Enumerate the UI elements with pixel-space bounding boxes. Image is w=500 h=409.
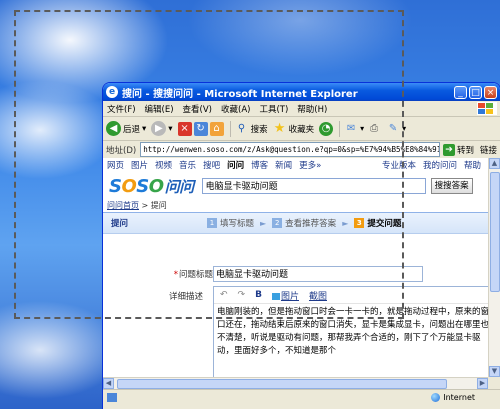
globe-icon: [431, 392, 441, 402]
windows-flag-icon: [477, 102, 497, 115]
go-button[interactable]: ➔ 转到: [442, 143, 474, 156]
vertical-scrollbar[interactable]: ▲ ▼: [488, 158, 500, 377]
scroll-right-icon[interactable]: ▶: [477, 378, 488, 389]
nav-help[interactable]: 帮助: [464, 159, 481, 171]
minimize-button[interactable]: _: [454, 85, 467, 99]
maximize-button[interactable]: □: [469, 85, 482, 99]
close-button[interactable]: ×: [484, 85, 497, 99]
horizontal-scroll-thumb[interactable]: [117, 379, 447, 389]
nav-my-wenwen[interactable]: 我的问问: [423, 159, 457, 171]
go-arrow-icon: ➔: [442, 143, 455, 156]
status-bar: Internet: [103, 389, 500, 404]
go-label: 转到: [456, 145, 474, 156]
security-zone: Internet: [431, 392, 475, 402]
scroll-down-icon[interactable]: ▼: [489, 366, 500, 377]
page-icon: [107, 392, 117, 402]
scroll-left-icon[interactable]: ◀: [103, 378, 114, 389]
screen-capture-selection[interactable]: [14, 10, 404, 319]
links-button[interactable]: 链接: [480, 144, 497, 156]
scroll-up-icon[interactable]: ▲: [489, 158, 500, 169]
zone-label: Internet: [443, 392, 475, 402]
search-answers-button[interactable]: 搜搜答案: [430, 178, 473, 194]
vertical-scroll-thumb[interactable]: [490, 172, 500, 292]
